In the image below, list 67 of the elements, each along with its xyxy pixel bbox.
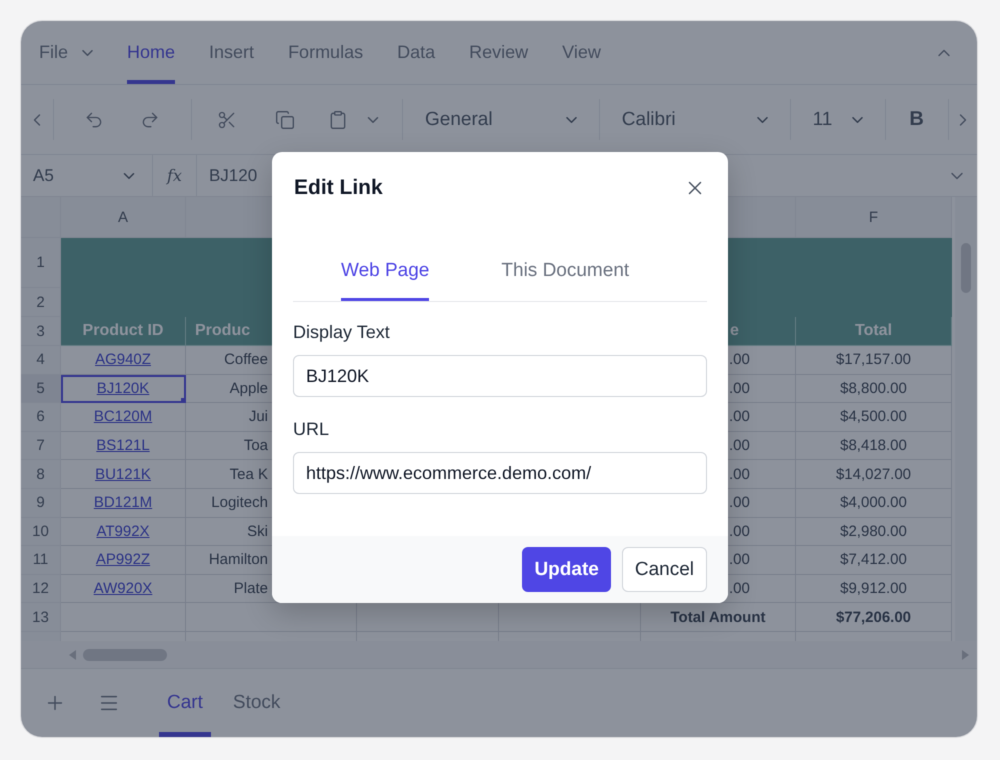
font-size-dropdown[interactable]: 11 [812, 108, 863, 130]
dialog-title: Edit Link [294, 176, 383, 200]
product-link[interactable]: BJ120K [96, 380, 150, 397]
product-link[interactable]: BU121K [95, 466, 151, 483]
row-number: 11 [21, 546, 61, 575]
horizontal-scrollbar[interactable] [21, 641, 977, 669]
table-cell: $4,000.00 [796, 488, 952, 518]
row-number: 3 [21, 317, 61, 346]
dialog-tab[interactable]: Web Page [341, 240, 430, 301]
table-cell: $7,412.00 [796, 546, 952, 575]
product-link[interactable]: AP992Z [96, 551, 150, 568]
function-label: fx [165, 166, 183, 185]
table-cell: $8,418.00 [796, 432, 952, 460]
name-box[interactable]: A5 [21, 155, 153, 196]
input-field[interactable]: https://www.ecommerce.demo.com/ [293, 452, 707, 494]
row-number: 7 [21, 432, 61, 460]
font-dropdown[interactable]: Calibri [622, 108, 768, 130]
row-number: 9 [21, 488, 61, 518]
row-number: 8 [21, 460, 61, 489]
row-number: 13 [21, 603, 61, 632]
column-heading: Product ID [61, 317, 186, 346]
total-value: $77,206.00 [796, 603, 952, 632]
caret-icon [566, 116, 577, 122]
ribbon-tab[interactable]: Insert [209, 21, 254, 84]
row-number: 4 [21, 346, 61, 375]
total-label: Total Amount [641, 603, 796, 632]
row-number: 5 [21, 374, 61, 404]
product-link[interactable]: BD121M [94, 494, 152, 512]
row-number: 6 [21, 403, 61, 432]
sheet-tab[interactable]: Cart [159, 669, 211, 737]
product-link[interactable]: AW920X [94, 580, 152, 598]
row-number: 2 [21, 288, 61, 317]
row-number: 10 [21, 518, 61, 546]
bold-button[interactable]: B [909, 108, 924, 131]
number-format-dropdown[interactable]: General [424, 108, 577, 130]
product-link[interactable]: AT992X [96, 522, 150, 540]
caret-icon [852, 116, 863, 122]
dialog-tab[interactable]: This Document [501, 240, 630, 301]
row-number: 1 [21, 238, 61, 288]
ribbon-tab[interactable]: Formulas [288, 21, 364, 84]
column-header[interactable]: A [61, 197, 186, 238]
ribbon-tab[interactable]: Review [469, 21, 528, 84]
ribbon-tab[interactable]: Home [127, 21, 176, 84]
table-cell: $4,500.00 [796, 403, 952, 432]
table-cell: $17,157.00 [796, 346, 952, 375]
ribbon-tab[interactable]: View [562, 21, 601, 84]
file-menu[interactable]: File [39, 21, 94, 84]
scroll-left-arrow-icon[interactable] [69, 650, 77, 660]
product-link[interactable]: BS121L [96, 437, 150, 454]
column-header[interactable]: F [796, 197, 952, 238]
table-cell: $8,800.00 [796, 374, 952, 404]
vertical-scrollbar[interactable] [955, 197, 977, 641]
table-cell: $14,027.00 [796, 460, 952, 489]
caret-icon [756, 116, 768, 122]
corner-cell[interactable] [21, 197, 61, 238]
ribbon-tab[interactable]: Data [397, 21, 436, 84]
cancel-button[interactable]: Cancel [622, 547, 707, 592]
product-link[interactable]: AG940Z [95, 351, 151, 368]
product-link[interactable]: BC120M [94, 408, 152, 426]
table-cell: $2,980.00 [796, 518, 952, 546]
scroll-right-arrow-icon[interactable] [961, 650, 969, 660]
sheet-tab[interactable]: Stock [224, 669, 288, 737]
row-number: 12 [21, 574, 61, 604]
column-heading: Total [796, 317, 952, 346]
table-cell: $9,912.00 [796, 574, 952, 604]
caret-icon [82, 50, 94, 56]
update-button[interactable]: Update [522, 547, 611, 592]
